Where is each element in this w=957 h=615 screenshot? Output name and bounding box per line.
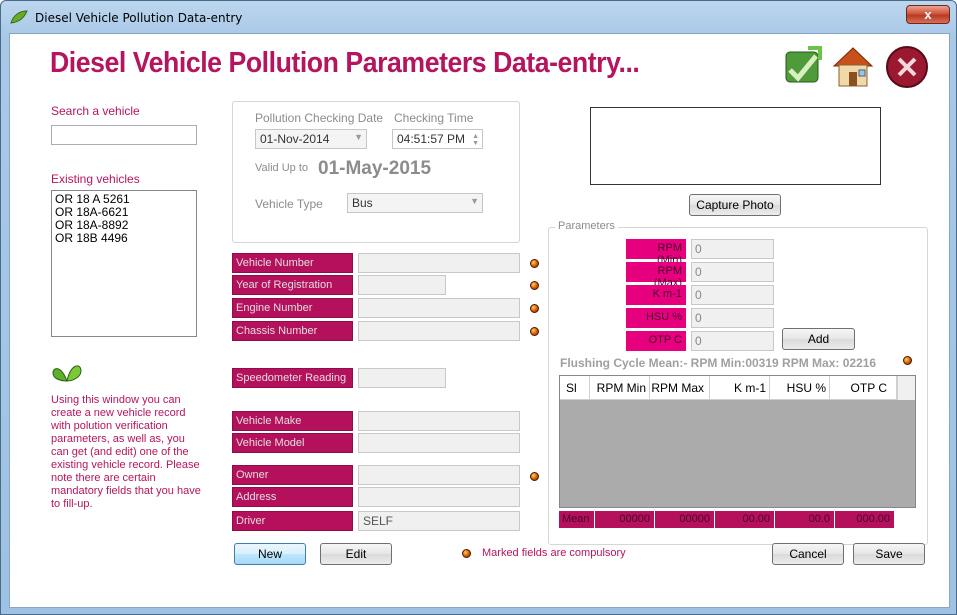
- parameters-legend: Parameters: [555, 220, 618, 232]
- add-button[interactable]: Add: [782, 328, 855, 350]
- cancel-button[interactable]: Cancel: [772, 543, 844, 565]
- column-header[interactable]: K m-1: [710, 376, 770, 400]
- capture-photo-button[interactable]: Capture Photo: [689, 194, 781, 216]
- required-marker-icon: [903, 356, 912, 365]
- checking-date-value: 01-Nov-2014: [260, 132, 330, 146]
- required-marker-icon: [462, 549, 471, 558]
- otp-label: OTP C: [626, 331, 686, 351]
- butterfly-icon: [52, 365, 82, 382]
- mean-rpm-min: 00000: [595, 511, 655, 528]
- valid-upto-label: Valid Up to: [255, 162, 308, 174]
- help-text: Using this window you can create a new v…: [51, 394, 201, 510]
- save-button[interactable]: Save: [853, 543, 925, 565]
- engine-number-label: Engine Number: [232, 298, 353, 318]
- column-header[interactable]: RPM Max: [650, 376, 710, 400]
- owner-field[interactable]: [358, 465, 520, 485]
- mean-otp: 000.00: [835, 511, 895, 528]
- chassis-number-label: Chassis Number: [232, 321, 353, 341]
- vehicle-model-label: Vehicle Model: [232, 433, 353, 453]
- checking-time-value: 04:51:57 PM: [397, 132, 466, 146]
- window-frame: Diesel Vehicle Pollution Data-entry x Di…: [0, 0, 957, 615]
- compulsory-note: Marked fields are compulsory: [482, 547, 626, 559]
- client-area: Diesel Vehicle Pollution Parameters Data…: [9, 33, 950, 608]
- speedometer-reading-field[interactable]: [358, 368, 446, 388]
- mean-hsu: 00.0: [775, 511, 835, 528]
- chevron-down-icon[interactable]: ▼: [470, 196, 479, 206]
- required-marker-icon: [530, 472, 539, 481]
- existing-vehicles-list[interactable]: OR 18 A 5261 OR 18A-6621 OR 18A-8892 OR …: [51, 190, 197, 337]
- year-of-registration-label: Year of Registration: [232, 275, 353, 295]
- new-button[interactable]: New: [234, 543, 306, 565]
- column-header[interactable]: OTP C: [830, 376, 897, 400]
- readings-grid[interactable]: Sl RPM Min RPM Max K m-1 HSU % OTP C: [559, 375, 916, 508]
- required-marker-icon: [530, 259, 539, 268]
- year-of-registration-field[interactable]: [358, 275, 446, 295]
- mean-label: Mean: [559, 511, 595, 528]
- exit-icon[interactable]: [884, 44, 930, 90]
- vehicle-make-field[interactable]: [358, 411, 520, 431]
- km-label: K m-1: [626, 285, 686, 305]
- vehicle-number-label: Vehicle Number: [232, 253, 353, 273]
- valid-upto-value: 01-May-2015: [318, 158, 432, 179]
- page-title: Diesel Vehicle Pollution Parameters Data…: [50, 47, 640, 79]
- checking-time-stepper[interactable]: 04:51:57 PM ▲ ▼: [392, 129, 483, 149]
- rpm-min-label: RPM (Min): [626, 239, 686, 266]
- window-close-button[interactable]: x: [906, 5, 950, 24]
- flushing-cycle-text: Flushing Cycle Mean:- RPM Min:00319 RPM …: [560, 356, 877, 370]
- vehicle-number-field[interactable]: [358, 253, 520, 273]
- checking-date-label: Pollution Checking Date: [255, 111, 384, 125]
- address-field[interactable]: [358, 487, 520, 507]
- owner-label: Owner: [232, 465, 353, 485]
- hsu-field[interactable]: 0: [691, 308, 774, 328]
- calendar-dropdown-icon[interactable]: ▼: [354, 132, 363, 142]
- otp-field[interactable]: 0: [691, 331, 774, 351]
- address-label: Address: [232, 487, 353, 507]
- vehicle-model-field[interactable]: [358, 433, 520, 453]
- required-marker-icon: [530, 304, 539, 313]
- titlebar: Diesel Vehicle Pollution Data-entry x: [1, 1, 957, 33]
- grid-scrollbar[interactable]: [897, 376, 915, 400]
- photo-box: [590, 107, 881, 185]
- driver-field[interactable]: SELF: [358, 511, 520, 531]
- window-title: Diesel Vehicle Pollution Data-entry: [35, 11, 243, 25]
- checking-date-picker[interactable]: 01-Nov-2014 ▼: [255, 129, 367, 149]
- edit-button[interactable]: Edit: [320, 543, 392, 565]
- mean-km: 00.00: [715, 511, 775, 528]
- rpm-max-field[interactable]: 0: [691, 262, 774, 282]
- confirm-check-icon[interactable]: [780, 44, 826, 90]
- speedometer-reading-label: Speedometer Reading: [232, 368, 353, 388]
- mean-row: Mean 00000 00000 00.00 00.0 000.00: [559, 511, 895, 528]
- chassis-number-field[interactable]: [358, 321, 520, 341]
- vehicle-type-select[interactable]: Bus ▼: [347, 193, 483, 213]
- rpm-min-field[interactable]: 0: [691, 239, 774, 259]
- column-header[interactable]: RPM Min: [590, 376, 650, 400]
- required-marker-icon: [530, 327, 539, 336]
- search-label: Search a vehicle: [51, 104, 140, 118]
- column-header[interactable]: Sl: [560, 376, 590, 400]
- engine-number-field[interactable]: [358, 298, 520, 318]
- spin-arrows-icon[interactable]: ▲ ▼: [472, 133, 479, 147]
- mean-rpm-max: 00000: [655, 511, 715, 528]
- required-marker-icon: [530, 281, 539, 290]
- rpm-max-label: RPM (Max): [626, 262, 686, 289]
- home-icon[interactable]: [830, 44, 876, 90]
- app-leaf-icon: [10, 10, 28, 24]
- checking-time-label: Checking Time: [394, 111, 474, 125]
- driver-label: Driver: [232, 511, 353, 531]
- vehicle-type-value: Bus: [352, 196, 373, 210]
- vehicle-make-label: Vehicle Make: [232, 411, 353, 431]
- vehicle-type-label: Vehicle Type: [255, 197, 323, 211]
- hsu-label: HSU %: [626, 308, 686, 328]
- km-field[interactable]: 0: [691, 285, 774, 305]
- grid-header: Sl RPM Min RPM Max K m-1 HSU % OTP C: [560, 376, 897, 400]
- search-input[interactable]: [51, 125, 197, 145]
- existing-vehicles-label: Existing vehicles: [51, 172, 140, 186]
- column-header[interactable]: HSU %: [770, 376, 830, 400]
- list-item[interactable]: OR 18B 4496: [55, 232, 193, 245]
